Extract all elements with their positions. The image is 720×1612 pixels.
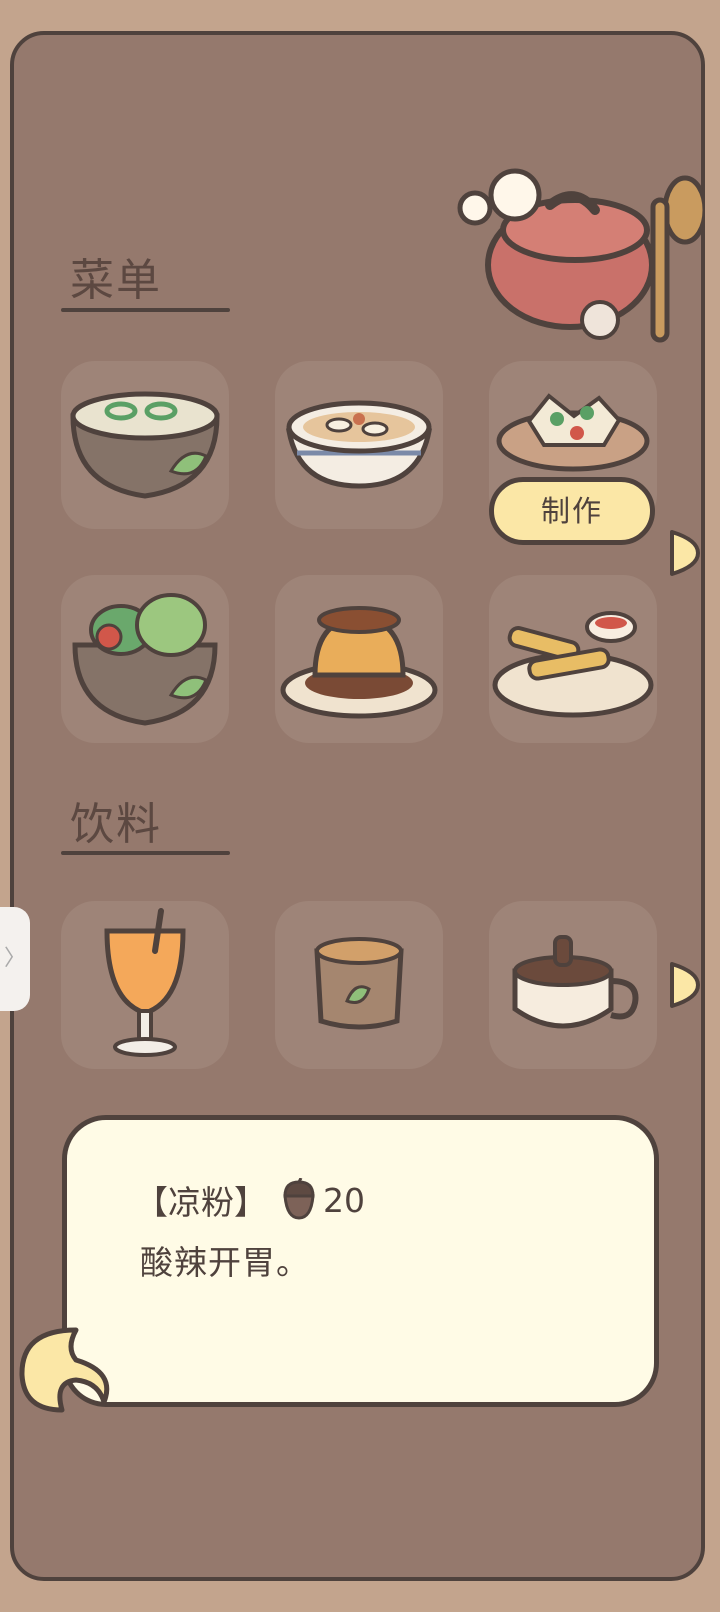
side-drawer-tab[interactable]: 〉 [0,907,30,1011]
item-name: 【凉粉】 [135,1183,267,1222]
next-page-arrow-icon[interactable] [668,528,700,578]
item-info-dialog: 【凉粉】 20 酸辣开胃。 [62,1115,659,1407]
tea-cup-icon [314,937,404,1030]
cooking-pot-icon [457,168,705,343]
noodle-bowl-icon [286,400,432,489]
speech-bubble-tail-icon [19,1327,110,1413]
menu-section-title: 菜单 [70,255,162,306]
drink-tile-juice[interactable] [61,901,229,1069]
drinks-title-underline [61,851,230,855]
dish-tile-fries[interactable] [489,575,657,743]
dish-tile-soup[interactable] [61,361,229,529]
juice-glass-icon [104,908,186,1057]
salad-bowl-icon [72,593,218,726]
drink-tile-coffee[interactable] [489,901,657,1069]
dish-tile-salad[interactable] [61,575,229,743]
drink-tile-tea[interactable] [275,901,443,1069]
next-page-arrow-icon[interactable] [668,960,700,1010]
coffee-mug-icon [512,935,639,1029]
dish-tile-noodles[interactable] [275,361,443,529]
make-button[interactable]: 制作 [489,477,655,545]
drinks-section-title: 饮料 [70,799,162,850]
pudding-icon [280,606,438,719]
item-description: 酸辣开胃。 [140,1243,310,1282]
item-title-line: 【凉粉】 20 [135,1176,365,1224]
dish-tile-pudding[interactable] [275,575,443,743]
fries-plate-icon [492,611,654,718]
item-price: 20 [323,1180,365,1220]
soup-bowl-icon [70,391,220,499]
menu-title-underline [61,308,230,312]
acorn-icon [283,1178,315,1220]
